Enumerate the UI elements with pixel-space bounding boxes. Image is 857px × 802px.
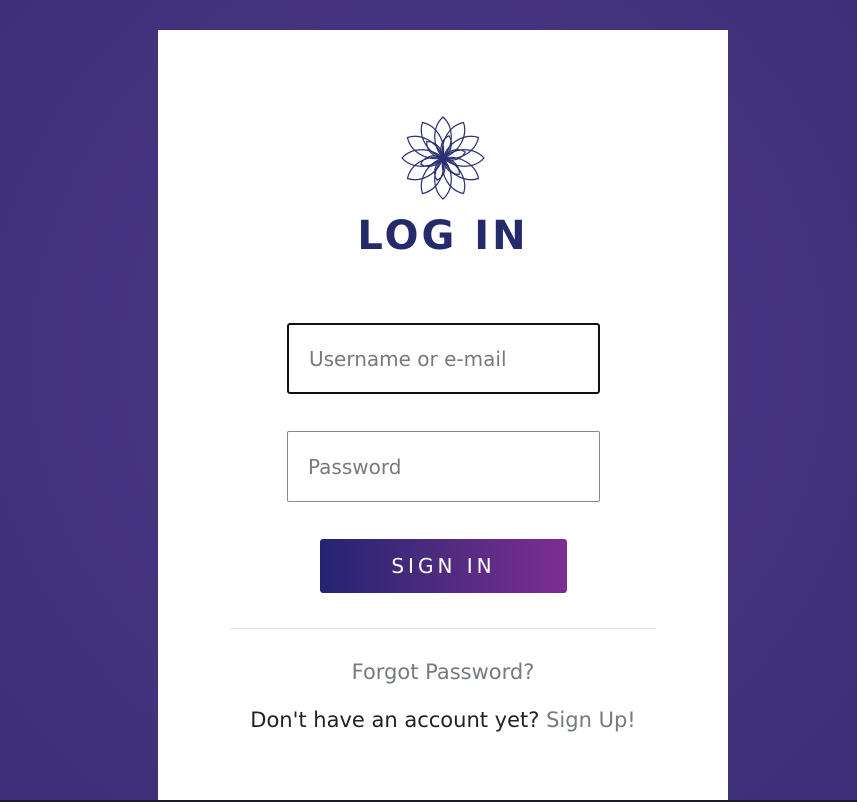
username-input[interactable] [287, 323, 600, 394]
page-title: LOG IN [357, 213, 529, 259]
sign-up-link[interactable]: Sign Up! [546, 708, 636, 732]
password-input[interactable] [287, 431, 600, 502]
signup-prompt: Don't have an account yet? Sign Up! [158, 708, 728, 732]
lotus-flower-icon [401, 116, 485, 200]
sign-in-button[interactable]: SIGN IN [320, 539, 567, 593]
forgot-password-link[interactable]: Forgot Password? [158, 660, 728, 684]
no-account-text: Don't have an account yet? [250, 708, 547, 732]
divider [230, 628, 656, 629]
login-card: LOG IN SIGN IN Forgot Password? Don't ha… [158, 30, 728, 800]
